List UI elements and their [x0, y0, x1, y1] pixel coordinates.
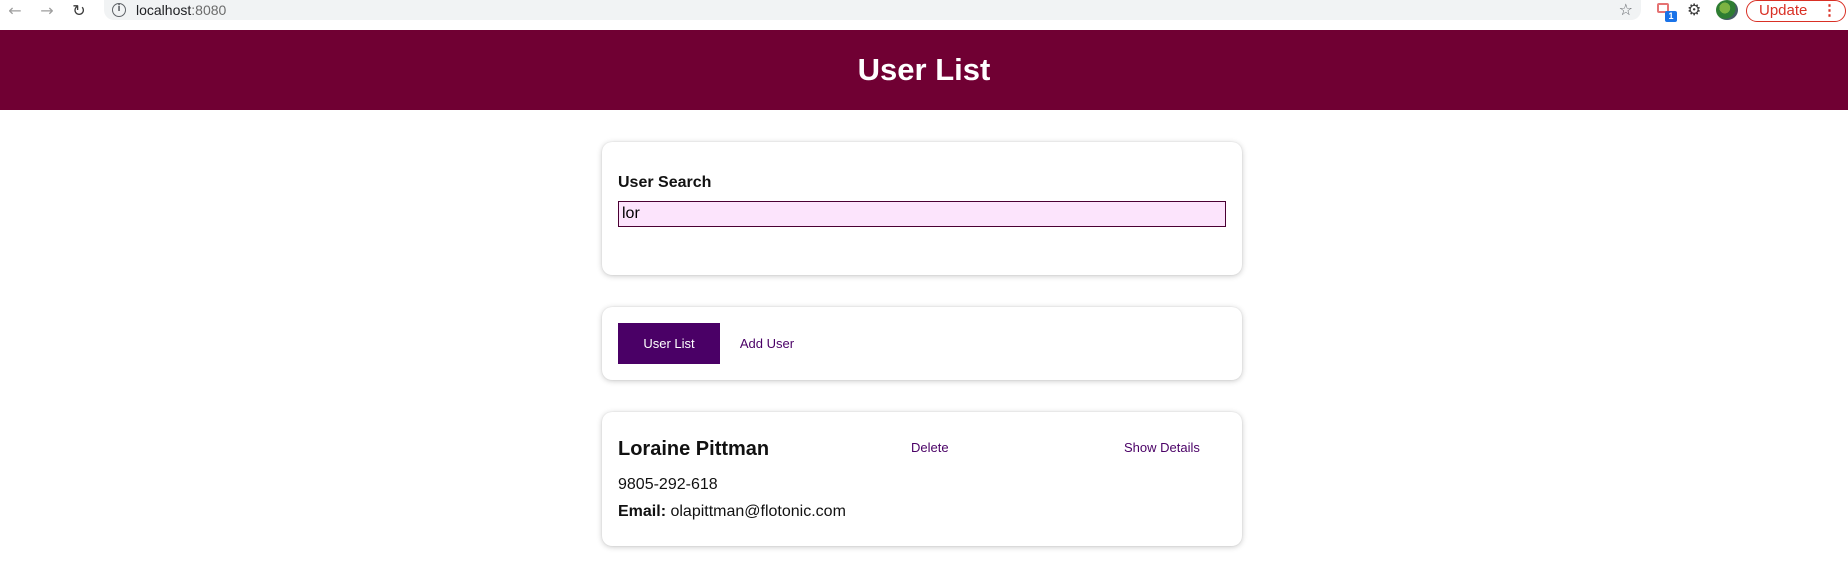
reload-icon[interactable]: ↻ — [68, 0, 90, 20]
update-button[interactable]: Update ⋮ — [1746, 0, 1846, 22]
user-phone: 9805-292-618 — [618, 476, 718, 493]
user-email: Email: olapittman@flotonic.com — [618, 503, 846, 521]
user-name: Loraine Pittman — [618, 438, 770, 460]
page-title: User List — [857, 52, 991, 87]
back-arrow-icon[interactable]: ← — [4, 0, 26, 20]
forward-arrow-icon[interactable]: → — [36, 0, 58, 20]
more-icon[interactable]: ⋮ — [1822, 1, 1837, 20]
url-text[interactable]: localhost:8080 — [136, 2, 226, 18]
search-card: User Search — [602, 142, 1242, 275]
app-header: User List — [0, 30, 1848, 110]
user-card: Loraine Pittman Delete Show Details 9805… — [602, 412, 1242, 546]
email-value: olapittman@flotonic.com — [670, 503, 846, 520]
info-icon[interactable]: i — [112, 3, 126, 17]
address-bar[interactable]: i localhost:8080 ☆ — [104, 0, 1641, 20]
browser-toolbar: ← → ↻ i localhost:8080 ☆ 1 ⚙ Update ⋮ — [0, 0, 1848, 22]
puzzle-icon[interactable]: ⚙ — [1687, 0, 1701, 19]
search-label: User Search — [618, 174, 712, 191]
tab-user-list[interactable]: User List — [618, 323, 720, 364]
star-icon[interactable]: ☆ — [1619, 0, 1633, 19]
tab-add-user[interactable]: Add User — [726, 323, 808, 364]
extension-badge: 1 — [1665, 11, 1677, 22]
delete-button[interactable]: Delete — [911, 440, 949, 455]
search-input[interactable] — [618, 201, 1226, 227]
nav-card: User List Add User — [602, 307, 1242, 380]
email-label: Email: — [618, 503, 667, 520]
show-details-button[interactable]: Show Details — [1124, 440, 1200, 455]
extension-icon[interactable]: 1 — [1654, 2, 1677, 22]
avatar[interactable] — [1716, 0, 1738, 20]
